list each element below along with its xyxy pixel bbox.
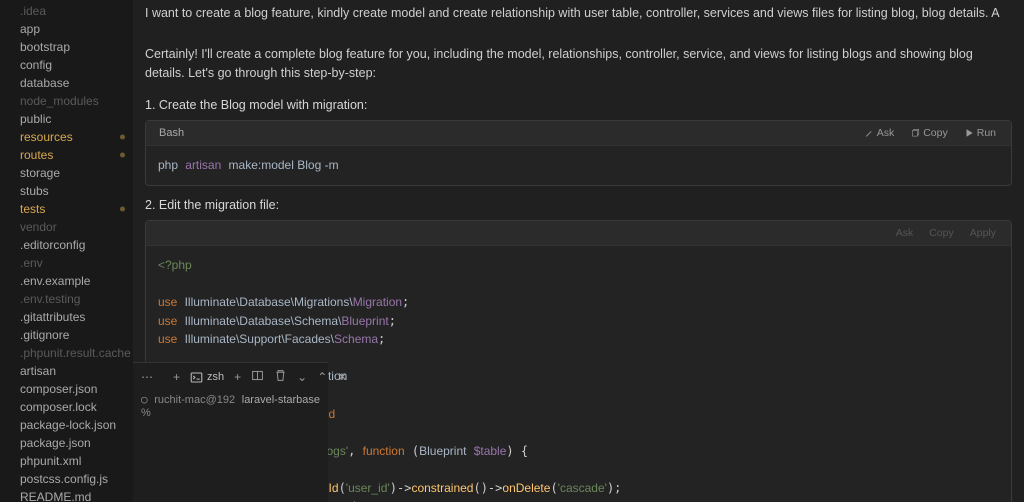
tree-item[interactable]: .editorconfig <box>0 236 133 254</box>
code-block-bash: Bash Ask Copy Run php artisan make:model… <box>145 120 1012 186</box>
step-heading: 1. Create the Blog model with migration: <box>145 98 1012 112</box>
chevron-down-icon[interactable]: ⌄ <box>297 370 307 384</box>
trash-icon[interactable] <box>274 369 287 385</box>
tree-item[interactable]: composer.lock <box>0 398 133 416</box>
terminal-tab[interactable]: zsh <box>190 371 224 384</box>
tree-item[interactable]: resources <box>0 128 133 146</box>
close-icon[interactable]: ✕ <box>337 370 347 384</box>
tree-item[interactable]: routes <box>0 146 133 164</box>
ask-button-disabled: Ask <box>889 225 921 241</box>
ask-button[interactable]: Ask <box>857 125 902 141</box>
tree-item[interactable]: node_modules <box>0 92 133 110</box>
code-lang-label: Bash <box>154 127 184 139</box>
tree-item[interactable]: .gitattributes <box>0 308 133 326</box>
tree-item[interactable]: postcss.config.js <box>0 470 133 488</box>
tree-item[interactable]: public <box>0 110 133 128</box>
chevron-up-icon[interactable]: ⌃ <box>317 370 327 384</box>
tree-item[interactable]: .gitignore <box>0 326 133 344</box>
tree-item[interactable]: composer.json <box>0 380 133 398</box>
tree-item[interactable]: README.md <box>0 488 133 502</box>
tree-item[interactable]: .env <box>0 254 133 272</box>
user-message: I want to create a blog feature, kindly … <box>145 0 1012 27</box>
terminal-prompt[interactable]: ○ ruchit-mac@192 laravel-starbase % <box>133 391 328 421</box>
tree-item[interactable]: .env.example <box>0 272 133 290</box>
terminal-panel: ⋯ + zsh + ⌄ ⌃ ✕ ○ ruchit-mac@192 laravel… <box>133 362 328 502</box>
more-icon[interactable]: ⋯ <box>141 370 153 384</box>
plus-icon[interactable]: + <box>173 370 180 384</box>
code-content[interactable]: php artisan make:model Blog -m <box>146 146 1011 185</box>
tree-item[interactable]: database <box>0 74 133 92</box>
tree-item[interactable]: storage <box>0 164 133 182</box>
tree-item[interactable]: bootstrap <box>0 38 133 56</box>
tree-item[interactable]: package.json <box>0 434 133 452</box>
step-heading: 2. Edit the migration file: <box>145 198 1012 212</box>
split-icon[interactable] <box>251 369 264 385</box>
tree-item[interactable]: .phpunit.result.cache <box>0 344 133 362</box>
apply-button-disabled: Apply <box>963 225 1003 241</box>
tree-item[interactable]: phpunit.xml <box>0 452 133 470</box>
tree-item[interactable]: .idea <box>0 2 133 20</box>
tree-item[interactable]: package-lock.json <box>0 416 133 434</box>
assistant-message: Certainly! I'll create a complete blog f… <box>145 41 1012 87</box>
tree-item[interactable]: stubs <box>0 182 133 200</box>
tree-item[interactable]: artisan <box>0 362 133 380</box>
copy-button-disabled: Copy <box>922 225 961 241</box>
tree-item[interactable]: vendor <box>0 218 133 236</box>
run-button[interactable]: Run <box>957 125 1003 141</box>
tree-item[interactable]: app <box>0 20 133 38</box>
new-terminal-icon[interactable]: + <box>234 370 241 384</box>
tree-item[interactable]: tests <box>0 200 133 218</box>
copy-button[interactable]: Copy <box>903 125 955 141</box>
tree-item[interactable]: config <box>0 56 133 74</box>
tree-item[interactable]: .env.testing <box>0 290 133 308</box>
file-tree-sidebar[interactable]: .ideaappbootstrapconfigdatabasenode_modu… <box>0 0 133 502</box>
terminal-icon <box>190 371 203 384</box>
